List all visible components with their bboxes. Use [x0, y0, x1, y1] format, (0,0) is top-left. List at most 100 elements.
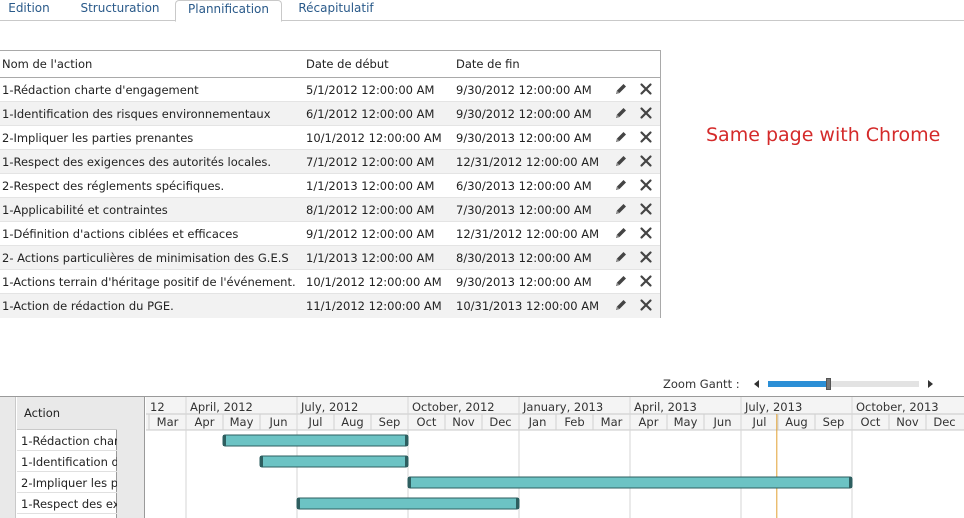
- gantt-splitter[interactable]: [117, 397, 145, 518]
- gantt-month-label: Apr: [639, 415, 659, 429]
- pencil-icon[interactable]: [613, 201, 629, 217]
- grid-header: Nom de l'action Date de début Date de fi…: [0, 51, 660, 78]
- gantt-month-label: Dec: [933, 415, 955, 429]
- gantt-task-bar[interactable]: [222, 434, 409, 447]
- cell-end-date: 9/30/2012 12:00:00 AM: [456, 107, 592, 121]
- gantt-quarter-label: July, 2013: [744, 400, 802, 414]
- gantt-quarter-label: January, 2013: [522, 400, 603, 414]
- close-icon[interactable]: [638, 249, 654, 265]
- gantt-column-header[interactable]: Action: [17, 397, 117, 430]
- gantt-bar-end-handle[interactable]: [405, 456, 408, 467]
- actions-grid: Nom de l'action Date de début Date de fi…: [0, 50, 661, 318]
- close-icon[interactable]: [638, 105, 654, 121]
- cell-start-date: 11/1/2012 12:00:00 AM: [306, 299, 442, 313]
- cell-end-date: 9/30/2012 12:00:00 AM: [456, 83, 592, 97]
- cell-start-date: 6/1/2012 12:00:00 AM: [306, 107, 435, 121]
- table-row[interactable]: 2-Respect des réglements spécifiques. 1/1…: [0, 174, 660, 198]
- gantt-month-label: Oct: [417, 415, 437, 429]
- browser-note: Same page with Chrome: [706, 124, 941, 146]
- pencil-icon[interactable]: [613, 81, 629, 97]
- gantt-bar-end-handle[interactable]: [849, 477, 852, 488]
- gantt-task-name[interactable]: 1-Identification des risques environneme…: [17, 451, 117, 472]
- cell-start-date: 1/1/2013 12:00:00 AM: [306, 251, 435, 265]
- close-icon[interactable]: [638, 201, 654, 217]
- pencil-icon[interactable]: [613, 129, 629, 145]
- gantt-bar-end-handle[interactable]: [516, 498, 519, 509]
- pencil-icon[interactable]: [613, 297, 629, 313]
- cell-end-date: 12/31/2012 12:00:00 AM: [456, 155, 600, 169]
- gantt-bar-end-handle[interactable]: [405, 435, 408, 446]
- pencil-icon[interactable]: [613, 273, 629, 289]
- gantt-bar-start-handle[interactable]: [408, 477, 411, 488]
- close-icon[interactable]: [638, 297, 654, 313]
- pencil-icon[interactable]: [613, 105, 629, 121]
- cell-end-date: 9/30/2013 12:00:00 AM: [456, 275, 592, 289]
- table-row[interactable]: 1-Applicabilité et contraintes 8/1/2012 1…: [0, 198, 660, 222]
- gantt-header-label: Action: [24, 406, 61, 420]
- gantt-month-label: Aug: [341, 415, 363, 429]
- table-row[interactable]: 1-Actions terrain d'héritage positif de …: [0, 270, 660, 294]
- gantt-task-name[interactable]: 1-Rédaction charte d'engagement: [17, 430, 117, 451]
- gantt-quarter-label: October, 2012: [412, 400, 495, 414]
- gantt-bar-start-handle[interactable]: [297, 498, 300, 509]
- gantt-task-bar[interactable]: [259, 455, 409, 468]
- table-row[interactable]: 1-Rédaction charte d'engagement 5/1/2012 …: [0, 78, 660, 102]
- gantt-month-label: Mar: [601, 415, 623, 429]
- pencil-icon[interactable]: [613, 249, 629, 265]
- pencil-icon[interactable]: [613, 177, 629, 193]
- pencil-icon[interactable]: [613, 225, 629, 241]
- gantt-month-label: Apr: [195, 415, 215, 429]
- column-header-end[interactable]: Date de fin: [456, 57, 520, 71]
- gantt-task-name[interactable]: 2-Impliquer les parties prenantes: [17, 472, 117, 493]
- tab-structuration[interactable]: Structuration: [70, 0, 170, 21]
- table-row[interactable]: 2- Actions particulières de minimisation…: [0, 246, 660, 270]
- table-row[interactable]: 1-Définition d'actions ciblées et effica…: [0, 222, 660, 246]
- gantt-month-label: Oct: [861, 415, 881, 429]
- cell-start-date: 10/1/2012 12:00:00 AM: [306, 131, 442, 145]
- tab-plannification[interactable]: Plannification: [175, 0, 282, 22]
- close-icon[interactable]: [638, 273, 654, 289]
- cell-action-name: 1-Définition d'actions ciblées et effica…: [2, 227, 239, 241]
- gantt-month-label: Jun: [713, 415, 732, 429]
- close-icon[interactable]: [638, 177, 654, 193]
- zoom-right-icon[interactable]: [925, 378, 935, 390]
- tab-edition[interactable]: Edition: [0, 0, 58, 21]
- column-header-start[interactable]: Date de début: [306, 57, 389, 71]
- gantt-quarter-label: April, 2013: [634, 400, 697, 414]
- close-icon[interactable]: [638, 225, 654, 241]
- zoom-slider-fill: [768, 381, 828, 387]
- zoom-left-icon[interactable]: [752, 378, 762, 390]
- close-icon[interactable]: [638, 153, 654, 169]
- gantt-month-label: Jul: [752, 415, 767, 429]
- cell-start-date: 8/1/2012 12:00:00 AM: [306, 203, 435, 217]
- gantt-month-label: Nov: [452, 415, 475, 429]
- cell-action-name: 2-Respect des réglements spécifiques.: [2, 179, 225, 193]
- table-row[interactable]: 1-Action de rédaction du PGE. 11/1/2012 1…: [0, 294, 660, 318]
- table-row[interactable]: 1-Identification des risques environneme…: [0, 102, 660, 126]
- gantt-month-label: Feb: [564, 415, 584, 429]
- zoom-slider-thumb[interactable]: [826, 378, 831, 390]
- column-header-name[interactable]: Nom de l'action: [2, 57, 92, 71]
- gantt-month-label: May: [230, 415, 254, 429]
- gantt-month-label: Mar: [157, 415, 179, 429]
- tab-bar: Edition Structuration Plannification Réc…: [0, 0, 964, 22]
- gantt-bar-start-handle[interactable]: [223, 435, 226, 446]
- close-icon[interactable]: [638, 129, 654, 145]
- gantt-task-bar[interactable]: [296, 497, 520, 510]
- gantt-task-bar[interactable]: [407, 476, 853, 489]
- cell-action-name: 1-Respect des exigences des autorités lo…: [2, 155, 272, 169]
- cell-action-name: 2- Actions particulières de minimisation…: [2, 251, 289, 265]
- gantt-quarter-label: April, 2012: [190, 400, 253, 414]
- zoom-label: Zoom Gantt :: [663, 377, 740, 391]
- table-row[interactable]: 1-Respect des exigences des autorités lo…: [0, 150, 660, 174]
- close-icon[interactable]: [638, 81, 654, 97]
- gantt-bar-start-handle[interactable]: [260, 456, 263, 467]
- cell-start-date: 9/1/2012 12:00:00 AM: [306, 227, 435, 241]
- tab-recapitulatif[interactable]: Récapitulatif: [288, 0, 384, 21]
- zoom-slider[interactable]: [768, 378, 919, 390]
- gantt-month-label: Sep: [379, 415, 401, 429]
- pencil-icon[interactable]: [613, 153, 629, 169]
- gantt-task-name[interactable]: 1-Respect des exigences des autorités lo…: [17, 493, 117, 514]
- gantt-month-label: May: [674, 415, 698, 429]
- table-row[interactable]: 2-Impliquer les parties prenantes 10/1/20…: [0, 126, 660, 150]
